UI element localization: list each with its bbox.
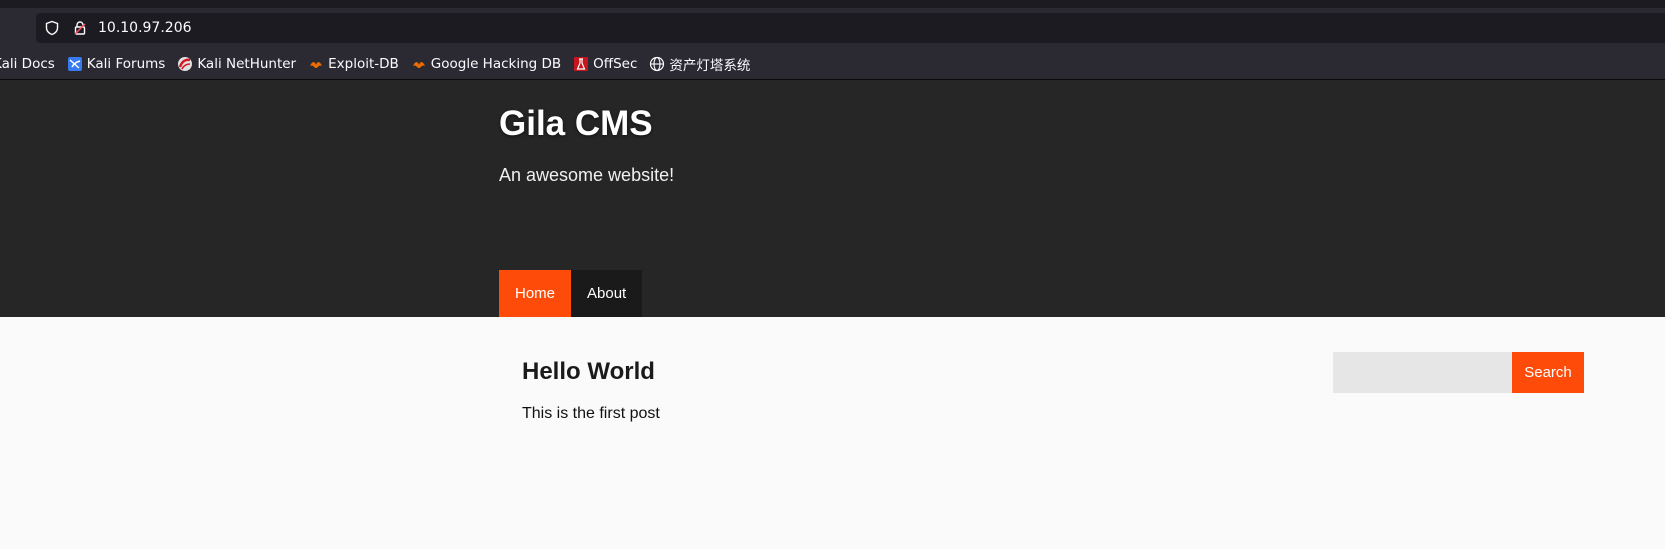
bookmark-label: Kali Docs bbox=[0, 55, 55, 72]
bookmark-label: Exploit-DB bbox=[328, 55, 399, 72]
bookmark-exploit-db[interactable]: Exploit-DB bbox=[308, 52, 399, 76]
post-title[interactable]: Hello World bbox=[522, 358, 655, 386]
tracking-protection-shield-icon[interactable] bbox=[40, 16, 64, 40]
main-nav: Home About bbox=[499, 270, 643, 317]
tab-strip bbox=[0, 0, 1665, 8]
bookmark-google-hacking-db[interactable]: Google Hacking DB bbox=[411, 52, 561, 76]
globe-icon bbox=[649, 56, 665, 72]
site-tagline: An awesome website! bbox=[499, 165, 675, 185]
browser-chrome: 10.10.97.206 Kali Docs Kali Forums Kali … bbox=[0, 0, 1665, 80]
content-area: Hello World This is the first post Searc… bbox=[0, 317, 1665, 549]
bookmark-asset-lighthouse[interactable]: 资产灯塔系统 bbox=[649, 52, 750, 76]
bookmark-label: Kali NetHunter bbox=[197, 55, 297, 72]
bookmark-label: 资产灯塔系统 bbox=[669, 57, 751, 74]
nav-item-about[interactable]: About bbox=[571, 270, 643, 317]
insecure-lock-icon[interactable] bbox=[68, 16, 92, 40]
url-text[interactable]: 10.10.97.206 bbox=[98, 20, 192, 36]
search-button[interactable]: Search bbox=[1512, 352, 1584, 393]
post-body: This is the first post bbox=[522, 405, 660, 422]
site-title[interactable]: Gila CMS bbox=[499, 104, 653, 144]
kali-nethunter-icon bbox=[177, 56, 193, 72]
bookmarks-toolbar: Kali Docs Kali Forums Kali NetHunter Exp… bbox=[0, 48, 1665, 80]
bookmark-kali-nethunter[interactable]: Kali NetHunter bbox=[177, 52, 296, 76]
bookmark-label: Kali Forums bbox=[86, 55, 166, 72]
offsec-icon bbox=[573, 56, 589, 72]
search-form: Search bbox=[1333, 352, 1584, 393]
url-bar[interactable]: 10.10.97.206 bbox=[36, 13, 1665, 43]
bookmark-kali-forums[interactable]: Kali Forums bbox=[67, 52, 166, 76]
bookmark-offsec[interactable]: OffSec bbox=[573, 52, 637, 76]
exploit-db-icon bbox=[308, 56, 324, 72]
kali-forums-icon bbox=[67, 56, 83, 72]
bookmark-label: Google Hacking DB bbox=[430, 55, 562, 72]
navigation-toolbar: 10.10.97.206 bbox=[0, 8, 1665, 48]
site-header: Gila CMS An awesome website! Home About bbox=[0, 80, 1665, 317]
bookmark-label: OffSec bbox=[593, 55, 638, 72]
bookmark-kali-docs[interactable]: Kali Docs bbox=[0, 52, 55, 76]
google-hacking-db-icon bbox=[411, 56, 427, 72]
nav-item-home[interactable]: Home bbox=[499, 270, 572, 317]
search-input[interactable] bbox=[1333, 352, 1512, 393]
